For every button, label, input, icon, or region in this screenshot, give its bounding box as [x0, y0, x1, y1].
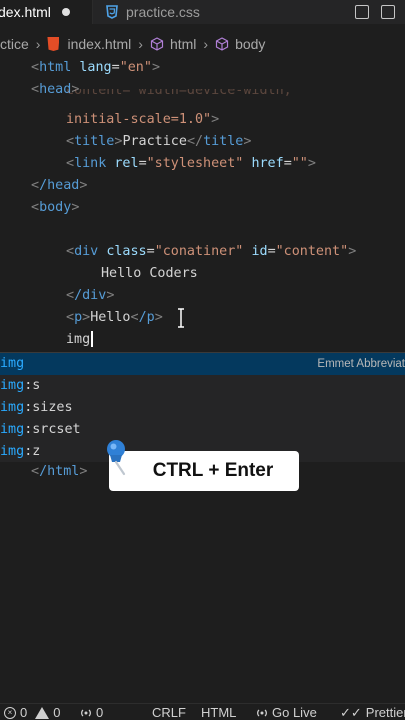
language-mode[interactable]: HTML [201, 704, 236, 720]
warning-icon [35, 706, 50, 719]
breadcrumb-body[interactable]: body [215, 36, 265, 52]
code-line: <link rel="stylesheet" href=""> [66, 156, 316, 171]
chevron-right-icon: › [138, 36, 143, 52]
code-line: </head> [31, 178, 88, 193]
suggestion-item[interactable]: img:s [0, 375, 405, 397]
code-line: <html lang="en"> [31, 60, 160, 75]
breadcrumb: ctice › index.html › html › body [0, 32, 405, 56]
editor-actions [355, 5, 405, 19]
prettier-button[interactable]: ✓✓ Prettier [340, 704, 405, 720]
error-icon: × [4, 706, 16, 719]
suggestion-item[interactable]: img:srcset [0, 419, 405, 441]
error-count: 0 [20, 705, 28, 720]
tab-index-html[interactable]: dex.html [0, 0, 92, 24]
broadcast-icon [257, 709, 267, 716]
breadcrumb-body-label: body [235, 36, 266, 52]
eol-indicator[interactable]: CRLF [152, 704, 186, 720]
problems-indicator[interactable]: × 0 0 [4, 704, 60, 720]
code-line: content="width=device-width, [66, 89, 292, 98]
go-live-button[interactable]: Go Live [256, 704, 317, 720]
ibeam-cursor-icon [178, 308, 184, 328]
ports-count: 0 [96, 705, 104, 720]
prettier-label: Prettier [365, 705, 405, 720]
symbol-cube-icon [150, 37, 164, 51]
chevron-right-icon: › [203, 36, 209, 52]
code-line: <p>Hello</p> [66, 310, 163, 325]
html5-icon [47, 37, 60, 51]
code-line: initial-scale=1.0"> [66, 112, 220, 127]
go-live-label: Go Live [272, 705, 317, 720]
code-line: </html> [31, 464, 88, 479]
breadcrumb-html-label: html [169, 36, 197, 52]
split-editor-icon[interactable] [355, 5, 369, 19]
code-line: Hello Coders [101, 266, 198, 281]
code-line: <body> [31, 200, 80, 215]
ports-indicator[interactable]: 0 [80, 704, 103, 720]
css-file-icon [105, 5, 119, 19]
breadcrumb-file[interactable]: index.html [47, 36, 131, 52]
double-check-icon: ✓✓ [340, 704, 362, 720]
breadcrumb-folder[interactable]: ctice [0, 36, 29, 52]
code-line: <div class="conatiner" id="content"> [66, 244, 357, 259]
tab-label: practice.css [126, 4, 200, 20]
broadcast-icon [81, 709, 91, 716]
suggestion-item[interactable]: img Emmet Abbreviat [0, 353, 405, 375]
hint-text: CTRL + Enter [152, 460, 274, 481]
symbol-cube-icon [215, 37, 229, 51]
suggestion-widget: img Emmet Abbreviat img:s img:sizes img:s… [0, 352, 405, 462]
breadcrumb-file-label: index.html [67, 36, 132, 52]
code-line: </div> [66, 288, 115, 303]
suggestion-item[interactable]: img:sizes [0, 397, 405, 419]
text-caret [91, 331, 93, 347]
unsaved-dot-icon[interactable] [61, 8, 70, 16]
pushpin-icon [107, 440, 126, 476]
warning-count: 0 [53, 705, 61, 720]
status-bar: × 0 0 0 CRLF HTML Go Live ✓✓ Prettier [0, 703, 405, 720]
tab-bar: dex.html practice.css [0, 0, 405, 24]
chevron-right-icon: › [35, 36, 41, 52]
open-preview-icon[interactable] [381, 5, 395, 19]
code-line: <title>Practice</title> [66, 134, 252, 149]
tab-practice-css[interactable]: practice.css [92, 0, 405, 24]
breadcrumb-html[interactable]: html [150, 36, 196, 52]
tab-label: dex.html [0, 4, 51, 20]
code-line-current[interactable]: img [66, 329, 93, 351]
suggestion-detail: Emmet Abbreviat [317, 358, 405, 370]
